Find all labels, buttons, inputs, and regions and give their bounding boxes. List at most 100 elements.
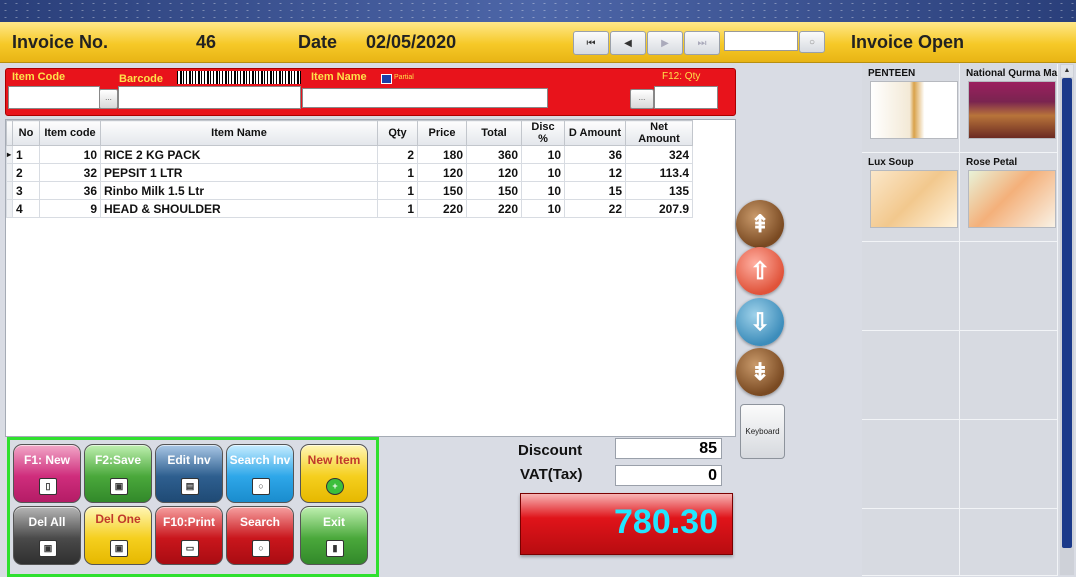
save-button[interactable]: F2:Save ▣	[84, 444, 152, 503]
scroll-top-button[interactable]: ⇞	[736, 200, 784, 248]
invoice-no-value: 46	[196, 32, 217, 52]
date-label: Date	[298, 32, 338, 52]
cell-no: 3	[12, 181, 40, 200]
qty-label: F12: Qty	[662, 71, 701, 82]
col-item-code[interactable]: Item code	[39, 120, 101, 146]
product-tile-lux-soup[interactable]: Lux Soup	[862, 153, 960, 242]
col-d-amount[interactable]: D Amount	[564, 120, 626, 146]
qty-lookup-button[interactable]: ...	[630, 89, 654, 109]
cell-total: 360	[466, 145, 522, 164]
cell-no: 4	[12, 199, 40, 218]
double-up-icon: ⇞	[749, 210, 771, 238]
col-no[interactable]: No	[12, 120, 40, 146]
printer-icon: ▭	[181, 540, 199, 557]
scroll-up-button[interactable]: ⇧	[736, 247, 784, 295]
product-tile-empty[interactable]	[960, 509, 1058, 576]
product-tile-empty[interactable]	[960, 331, 1058, 420]
table-row[interactable]: 3 36 Rinbo Milk 1.5 Ltr 1 150 150 10 15 …	[6, 181, 693, 200]
cell-qty: 1	[377, 181, 418, 200]
invoice-search-button[interactable]: ○	[799, 31, 825, 53]
search-inv-button[interactable]: Search Inv ○	[226, 444, 294, 503]
product-image	[870, 170, 958, 228]
partial-checkbox[interactable]	[381, 74, 392, 84]
product-scrollbar[interactable]: ▲	[1060, 64, 1074, 575]
product-tile-empty[interactable]	[862, 242, 960, 331]
invoice-items-grid: No Item code Item Name Qty Price Total D…	[5, 119, 736, 437]
product-tile-empty[interactable]	[960, 420, 1058, 509]
del-all-button[interactable]: Del All ▣	[13, 506, 81, 565]
qty-input[interactable]	[654, 86, 718, 109]
cell-qty: 1	[377, 199, 418, 218]
scroll-down-button[interactable]: ⇩	[736, 298, 784, 346]
cell-qty: 2	[377, 145, 418, 164]
delete-all-icon: ▣	[39, 540, 57, 557]
edit-inv-label: Edit Inv	[167, 453, 211, 467]
new-button[interactable]: F1: New ▯	[13, 444, 81, 503]
cell-qty: 1	[377, 163, 418, 182]
item-code-input[interactable]	[8, 86, 100, 109]
double-down-icon: ⇟	[749, 358, 771, 386]
table-row[interactable]: ▸ 1 10 RICE 2 KG PACK 2 180 360 10 36 32…	[6, 145, 693, 164]
cell-disc: 10	[521, 145, 565, 164]
cell-name: RICE 2 KG PACK	[100, 145, 378, 164]
col-qty[interactable]: Qty	[377, 120, 418, 146]
cell-code: 36	[39, 181, 101, 200]
cell-name: Rinbo Milk 1.5 Ltr	[100, 181, 378, 200]
edit-inv-button[interactable]: Edit Inv ▤	[155, 444, 223, 503]
print-label: F10:Print	[162, 515, 215, 529]
first-icon: ⏮	[586, 37, 596, 49]
scrollbar-thumb[interactable]	[1062, 78, 1072, 548]
nav-last-button[interactable]: ⏭	[684, 31, 720, 55]
col-total[interactable]: Total	[466, 120, 522, 146]
nav-prev-button[interactable]: ◀	[610, 31, 646, 55]
scroll-up-arrow-icon[interactable]: ▲	[1061, 65, 1073, 77]
search-icon: ○	[808, 36, 816, 48]
barcode-input[interactable]	[118, 86, 301, 109]
invoice-header: Invoice No. 46 Date 02/05/2020 ⏮ ◀ ▶ ⏭ ○…	[0, 22, 1076, 63]
grand-total-display: 780.30	[520, 493, 733, 555]
product-tile-penteen[interactable]: PENTEEN	[862, 64, 960, 153]
product-tile-rose-petal[interactable]: Rose Petal	[960, 153, 1058, 242]
product-image	[968, 170, 1056, 228]
item-code-lookup-button[interactable]: ...	[99, 89, 118, 109]
print-button[interactable]: F10:Print ▭	[155, 506, 223, 565]
grand-total-value: 780.30	[614, 503, 718, 541]
cell-d-amount: 22	[564, 199, 626, 218]
cell-disc: 10	[521, 163, 565, 182]
table-row[interactable]: 2 32 PEPSIT 1 LTR 1 120 120 10 12 113.4	[6, 163, 693, 182]
item-name-input[interactable]	[302, 88, 548, 108]
new-document-icon: ▯	[39, 478, 57, 495]
cell-price: 220	[417, 199, 467, 218]
product-tile-empty[interactable]	[960, 242, 1058, 331]
magnifier-icon: ○	[252, 540, 270, 557]
nav-first-button[interactable]: ⏮	[573, 31, 609, 55]
invoice-search-input[interactable]	[724, 31, 798, 51]
nav-next-button[interactable]: ▶	[647, 31, 683, 55]
product-tile-empty[interactable]	[862, 420, 960, 509]
keyboard-button[interactable]: Keyboard	[740, 404, 785, 459]
keyboard-label: Keyboard	[745, 427, 780, 436]
cell-total: 150	[466, 181, 522, 200]
product-tile-empty[interactable]	[862, 509, 960, 576]
del-all-label: Del All	[28, 515, 66, 529]
cell-net: 113.4	[625, 163, 693, 182]
del-one-button[interactable]: Del One ▣	[84, 506, 152, 565]
col-disc[interactable]: Disc %	[521, 120, 565, 146]
product-name: Lux Soup	[868, 157, 914, 168]
product-tile-national-qurma[interactable]: National Qurma Ma	[960, 64, 1058, 153]
col-price[interactable]: Price	[417, 120, 467, 146]
col-item-name[interactable]: Item Name	[100, 120, 378, 146]
col-net-amount[interactable]: Net Amount	[625, 120, 693, 146]
invoice-no-label: Invoice No.	[12, 32, 109, 52]
cell-price: 120	[417, 163, 467, 182]
cell-no: 2	[12, 163, 40, 182]
invoice-status: Invoice Open	[851, 32, 965, 52]
new-item-button[interactable]: New Item +	[300, 444, 368, 503]
table-row[interactable]: 4 9 HEAD & SHOULDER 1 220 220 10 22 207.…	[6, 199, 693, 218]
product-tile-empty[interactable]	[862, 331, 960, 420]
scroll-bottom-button[interactable]: ⇟	[736, 348, 784, 396]
search-button[interactable]: Search ○	[226, 506, 294, 565]
new-label: F1: New	[23, 453, 70, 467]
search-label: Search	[239, 515, 281, 529]
exit-button[interactable]: Exit ▮	[300, 506, 368, 565]
